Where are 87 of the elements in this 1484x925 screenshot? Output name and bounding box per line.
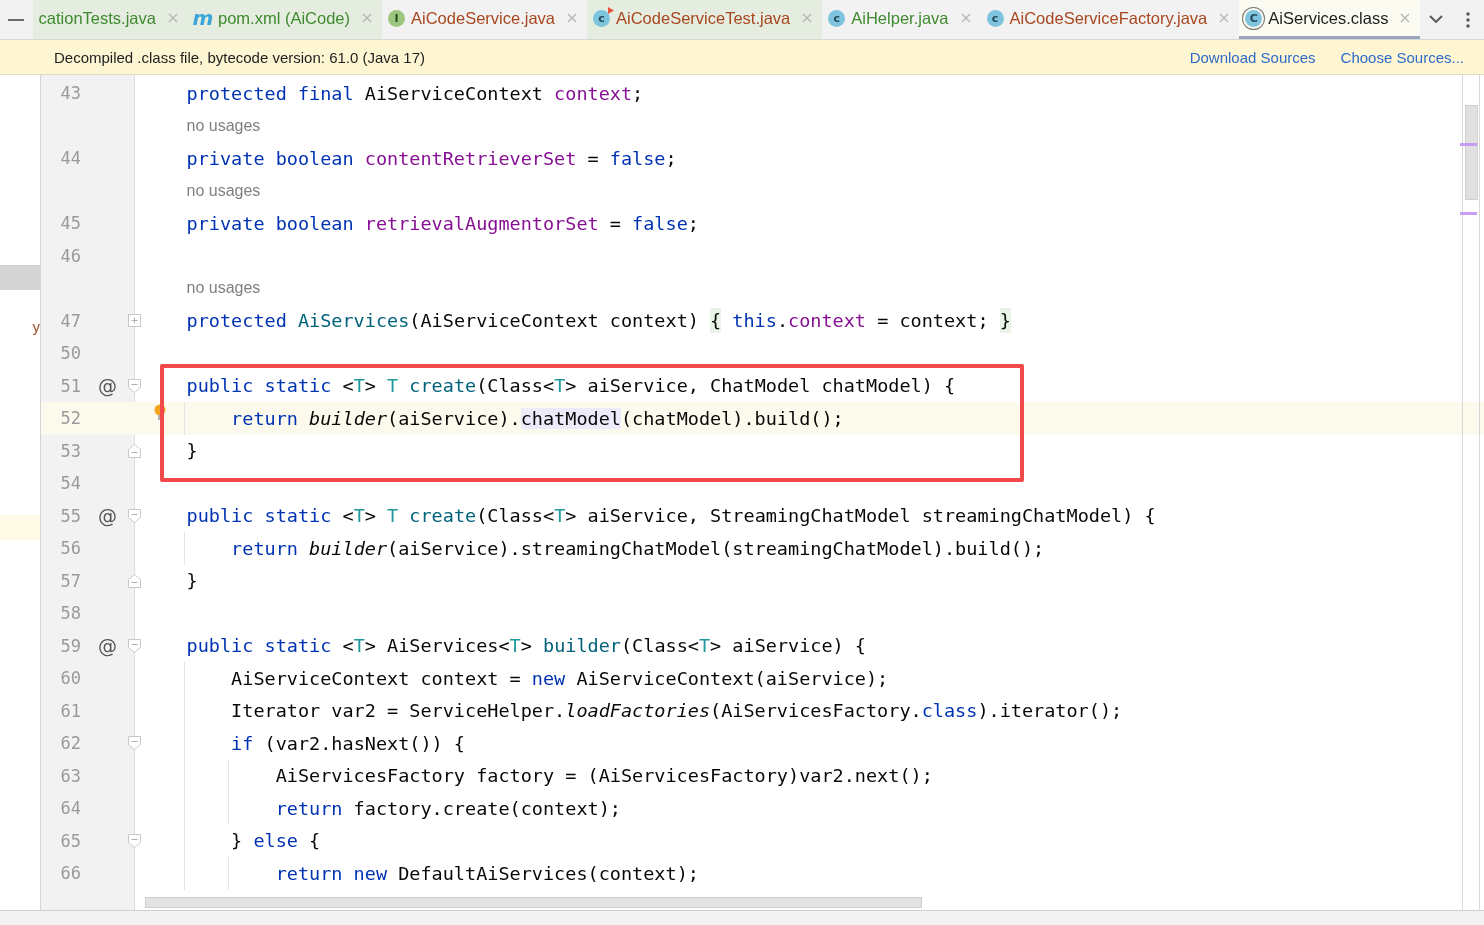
line-number: 44 (59, 148, 81, 169)
fold-icon[interactable] (127, 507, 142, 524)
line-number: 60 (59, 668, 81, 689)
line-number: 57 (59, 570, 81, 591)
line-number: 52 (59, 408, 81, 429)
horizontal-scrollbar[interactable] (145, 897, 922, 908)
interface-file-icon: I (388, 9, 406, 27)
class-file-icon: c (593, 9, 611, 27)
banner-link[interactable]: Download Sources (1189, 48, 1316, 66)
close-icon[interactable] (960, 13, 971, 23)
lightbulb-icon[interactable] (154, 404, 166, 421)
usage-hint[interactable]: no usages (186, 279, 261, 298)
error-stripe-mark[interactable] (1460, 212, 1477, 215)
close-icon[interactable] (567, 13, 578, 23)
close-icon[interactable] (168, 13, 178, 23)
line-number: 56 (59, 538, 81, 559)
tree-item-label[interactable]: y (0, 318, 40, 343)
code-line: return factory.create(context); (274, 797, 621, 819)
close-icon[interactable] (1400, 13, 1411, 23)
vertical-scrollbar[interactable] (1462, 75, 1480, 910)
code-line: public static <T> T create(Class<T> aiService, ChatModel chatModel) { (185, 375, 956, 397)
at-marker[interactable]: @ (95, 634, 120, 657)
fold-icon[interactable] (127, 832, 142, 849)
line-number: 55 (59, 505, 81, 526)
code-line: Iterator var2 = ServiceHelper.loadFactories(AiServicesFactory.class).iterator(); (230, 700, 1123, 722)
maven-file-icon: m (194, 9, 212, 27)
code-line: return builder(aiService).streamingChatModel(streamingChatModel).build(); (230, 537, 1045, 559)
code-line: public static <T> AiServices<T> builder(Class<T> aiService) { (185, 635, 866, 657)
close-icon[interactable] (802, 13, 813, 23)
line-number: 51 (59, 375, 81, 396)
code-line: return builder(aiService).chatModel(chatModel).build(); (230, 407, 844, 429)
line-number: 59 (59, 635, 81, 656)
usage-hint[interactable]: no usages (186, 181, 261, 200)
fold-icon[interactable] (127, 735, 142, 751)
class-file-icon: c (828, 9, 846, 27)
at-marker[interactable]: @ (95, 504, 120, 527)
code-line: public static <T> T create(Class<T> aiService, StreamingChatModel streamingChatModel) { (185, 505, 1156, 527)
line-number: 43 (59, 83, 81, 104)
code-line: return new DefaultAiServices(context); (274, 862, 699, 884)
code-line: AiServicesFactory factory = (AiServicesFactory)var2.next(); (274, 765, 933, 787)
line-number: 46 (59, 245, 81, 266)
line-number: 65 (59, 830, 81, 851)
fold-icon[interactable] (127, 572, 142, 589)
code-line: protected AiServices(AiServiceContext context) { this.context = context; } (185, 310, 1011, 332)
line-number: 64 (59, 798, 81, 819)
line-number: 45 (59, 213, 81, 234)
editor-tab[interactable]: c AiHelper.java (822, 0, 981, 39)
line-number: 62 (59, 733, 81, 754)
editor-tab[interactable]: cationTests.java (32, 0, 188, 39)
error-stripe-mark[interactable] (1460, 143, 1477, 146)
at-marker[interactable]: @ (95, 374, 120, 397)
code-line: private boolean retrievalAugmentorSet = false; (185, 212, 699, 234)
code-line: } (185, 440, 198, 462)
line-number: 54 (59, 473, 81, 494)
line-number: 63 (59, 765, 81, 786)
line-number: 53 (59, 440, 81, 461)
more-icon[interactable] (1466, 11, 1471, 28)
line-number: 47 (59, 310, 81, 331)
list-row-highlight (0, 515, 40, 540)
editor-tab[interactable]: m pom.xml (AiCode) (188, 0, 383, 39)
usage-hint[interactable]: no usages (186, 116, 261, 135)
code-line: private boolean contentRetrieverSet = false; (185, 147, 677, 169)
line-number: 66 (59, 863, 81, 884)
fold-icon[interactable] (127, 442, 142, 459)
code-line: protected final AiServiceContext context; (185, 82, 644, 104)
expand-icon[interactable] (127, 312, 142, 329)
line-number: 61 (59, 700, 81, 721)
class-file-icon: C (1245, 9, 1263, 27)
chevron-down-icon[interactable] (1429, 15, 1444, 24)
code-line: } (185, 570, 198, 592)
editor-tab[interactable]: c AiCodeServiceFactory.java (980, 0, 1240, 39)
banner-link[interactable]: Choose Sources... (1340, 48, 1464, 66)
code-line: AiServiceContext context = new AiServiceContext(aiService); (230, 667, 889, 689)
banner-text: Decompiled .class file, bytecode version: 61.0 (Java 17) (54, 48, 426, 66)
class-file-icon: c (986, 9, 1004, 27)
line-number: 50 (59, 343, 81, 364)
scrollbar-thumb[interactable] (1465, 105, 1478, 200)
line-number: 58 (59, 603, 81, 624)
fold-icon[interactable] (127, 377, 142, 394)
code-line: } else { (230, 830, 321, 852)
editor-tab[interactable]: I AiCodeService.java (382, 0, 588, 39)
editor-tab[interactable]: c AiCodeServiceTest.java (587, 0, 823, 39)
close-icon[interactable] (1219, 13, 1230, 23)
fold-icon[interactable] (127, 637, 142, 654)
editor-tab[interactable]: C AiServices.class (1239, 0, 1421, 39)
code-line: if (var2.hasNext()) { (230, 732, 465, 754)
close-icon[interactable] (362, 13, 373, 23)
